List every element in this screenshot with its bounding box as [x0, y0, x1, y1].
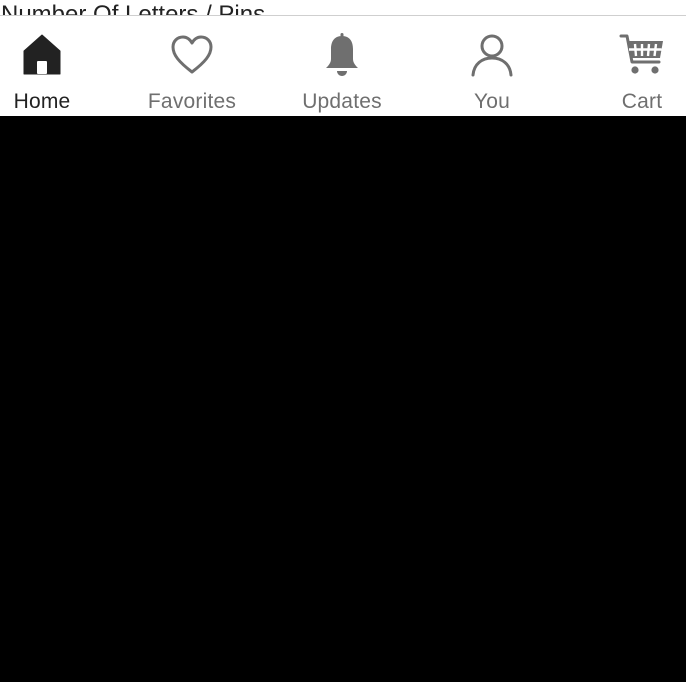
tab-favorites-label: Favorites: [147, 90, 237, 113]
tab-you-label: You: [473, 90, 511, 113]
bottom-tab-bar: Home Favorites Updates You Cart: [0, 15, 686, 116]
blank-black-overlay: [0, 116, 686, 682]
tab-cart-label: Cart: [621, 90, 663, 113]
tab-home-label: Home: [13, 90, 71, 113]
home-icon: [19, 32, 65, 78]
tab-cart[interactable]: Cart: [572, 16, 686, 116]
scrolled-content-peek: Number Of Letters / Pins: [0, 0, 686, 16]
section-label: Number Of Letters / Pins: [1, 1, 266, 16]
tab-favorites[interactable]: Favorites: [122, 16, 262, 116]
heart-icon: [169, 32, 215, 78]
tab-updates-label: Updates: [302, 90, 382, 113]
person-icon: [469, 32, 515, 78]
cart-icon: [619, 32, 665, 78]
app-screen: Number Of Letters / Pins Home Favorites: [0, 0, 686, 682]
bell-icon: [319, 32, 365, 78]
tab-updates[interactable]: Updates: [272, 16, 412, 116]
tab-you[interactable]: You: [422, 16, 562, 116]
tab-home[interactable]: Home: [0, 16, 112, 116]
